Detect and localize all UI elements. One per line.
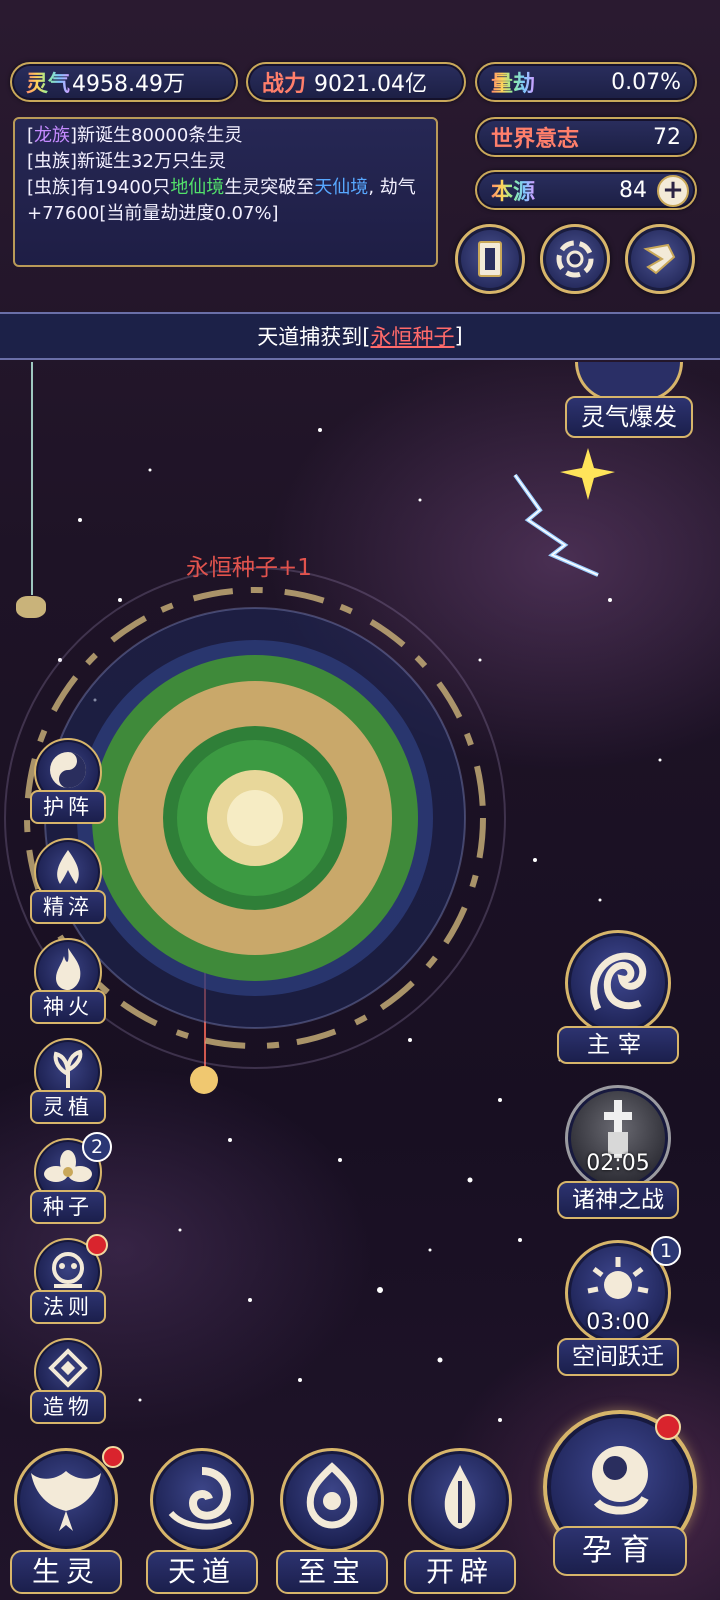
shijie-label: 世界意志 [491, 127, 580, 152]
zhanli-plate[interactable]: 战力 9021.04亿 [246, 62, 466, 102]
log-line-3: [虫族]有19400只地仙境生灵突破至天仙境, 劫气+77600[当前量劫进度0… [27, 177, 416, 224]
shijie-plate[interactable]: 世界意志 72 [475, 117, 697, 157]
zhushen-timer: 02:05 [586, 1151, 650, 1176]
log-line-1: [龙族]新诞生80000条生灵 [27, 125, 243, 146]
left-button-faze[interactable]: 法则 [28, 1234, 108, 1328]
phoenix-icon [14, 1448, 118, 1552]
captured-item-link[interactable]: 永恒种子 [371, 321, 455, 351]
shengling-alert-dot [102, 1446, 124, 1468]
burst-button[interactable]: 灵气爆发 [565, 362, 693, 442]
spirit-creature[interactable] [190, 1066, 218, 1094]
log-line-2: [虫族]新诞生32万只生灵 [27, 151, 226, 172]
card-button[interactable] [455, 224, 525, 294]
burst-label: 灵气爆发 [565, 396, 693, 438]
falling-meteor [16, 596, 46, 618]
liangjie-label: 量劫 [491, 66, 535, 98]
kongjian-count-badge: 1 [651, 1236, 681, 1266]
left-button-shenhuo[interactable]: 神火 [28, 938, 108, 1028]
liangjie-plate[interactable]: 量劫 0.07% [475, 62, 697, 102]
dragon-icon [565, 930, 671, 1036]
announcement-button[interactable] [625, 224, 695, 294]
left-button-zaowu[interactable]: 造物 [28, 1338, 108, 1428]
nav-kaipi[interactable]: 开辟 [400, 1440, 520, 1600]
reward-float-text: 永恒种子+1 [186, 555, 312, 581]
left-button-jingcui[interactable]: 精淬 [28, 838, 108, 928]
benyuan-value: 84 [619, 177, 647, 203]
lingqi-plate[interactable]: 灵气 4958.49万 [10, 62, 238, 102]
kongjian-timer: 03:00 [586, 1310, 650, 1335]
benyuan-plate[interactable]: 本源 84 + [475, 170, 697, 210]
yunyu-button[interactable]: 孕育 [535, 1410, 705, 1590]
treasure-icon [280, 1448, 384, 1552]
nav-tiandao[interactable]: 天道 [142, 1440, 262, 1600]
zhushen-button[interactable]: 02:05 诸神之战 [553, 1085, 683, 1221]
nav-zhibao[interactable]: 至宝 [272, 1440, 392, 1600]
swirl-icon [150, 1448, 254, 1552]
shijie-value: 72 [653, 124, 681, 150]
left-button-huzhen[interactable]: 护阵 [28, 738, 108, 828]
zhanli-value: 9021.04亿 [314, 72, 427, 97]
vortex-icon [556, 240, 594, 278]
lingqi-label: 灵气 [26, 66, 70, 98]
benyuan-label: 本源 [491, 174, 535, 206]
event-log: [龙族]新诞生80000条生灵 [虫族]新诞生32万只生灵 [虫族]有19400… [13, 117, 438, 267]
nav-shengling[interactable]: 生灵 [6, 1440, 126, 1600]
lingqi-value: 4958.49万 [72, 72, 185, 97]
left-button-lingzhi[interactable]: 灵植 [28, 1038, 108, 1128]
axe-icon [408, 1448, 512, 1552]
liangjie-value: 0.07% [611, 69, 681, 95]
kongjian-button[interactable]: 03:00 空间跃迁 1 [553, 1236, 683, 1380]
seed-count-badge: 2 [82, 1132, 112, 1162]
scroll-icon [643, 243, 676, 275]
zhanli-label: 战力 [262, 72, 307, 97]
capture-banner: 天道捕获到[永恒种子] [0, 312, 720, 360]
left-button-zhongzi[interactable]: 种子 2 [28, 1132, 112, 1228]
yunyu-alert-dot [655, 1414, 681, 1440]
card-icon [478, 241, 502, 277]
faze-alert-dot [86, 1234, 108, 1256]
zhuzai-button[interactable]: 主宰 [553, 930, 683, 1070]
add-benyuan-button[interactable]: + [657, 175, 689, 207]
yunyu-label: 孕育 [553, 1526, 687, 1576]
settings-button[interactable] [540, 224, 610, 294]
